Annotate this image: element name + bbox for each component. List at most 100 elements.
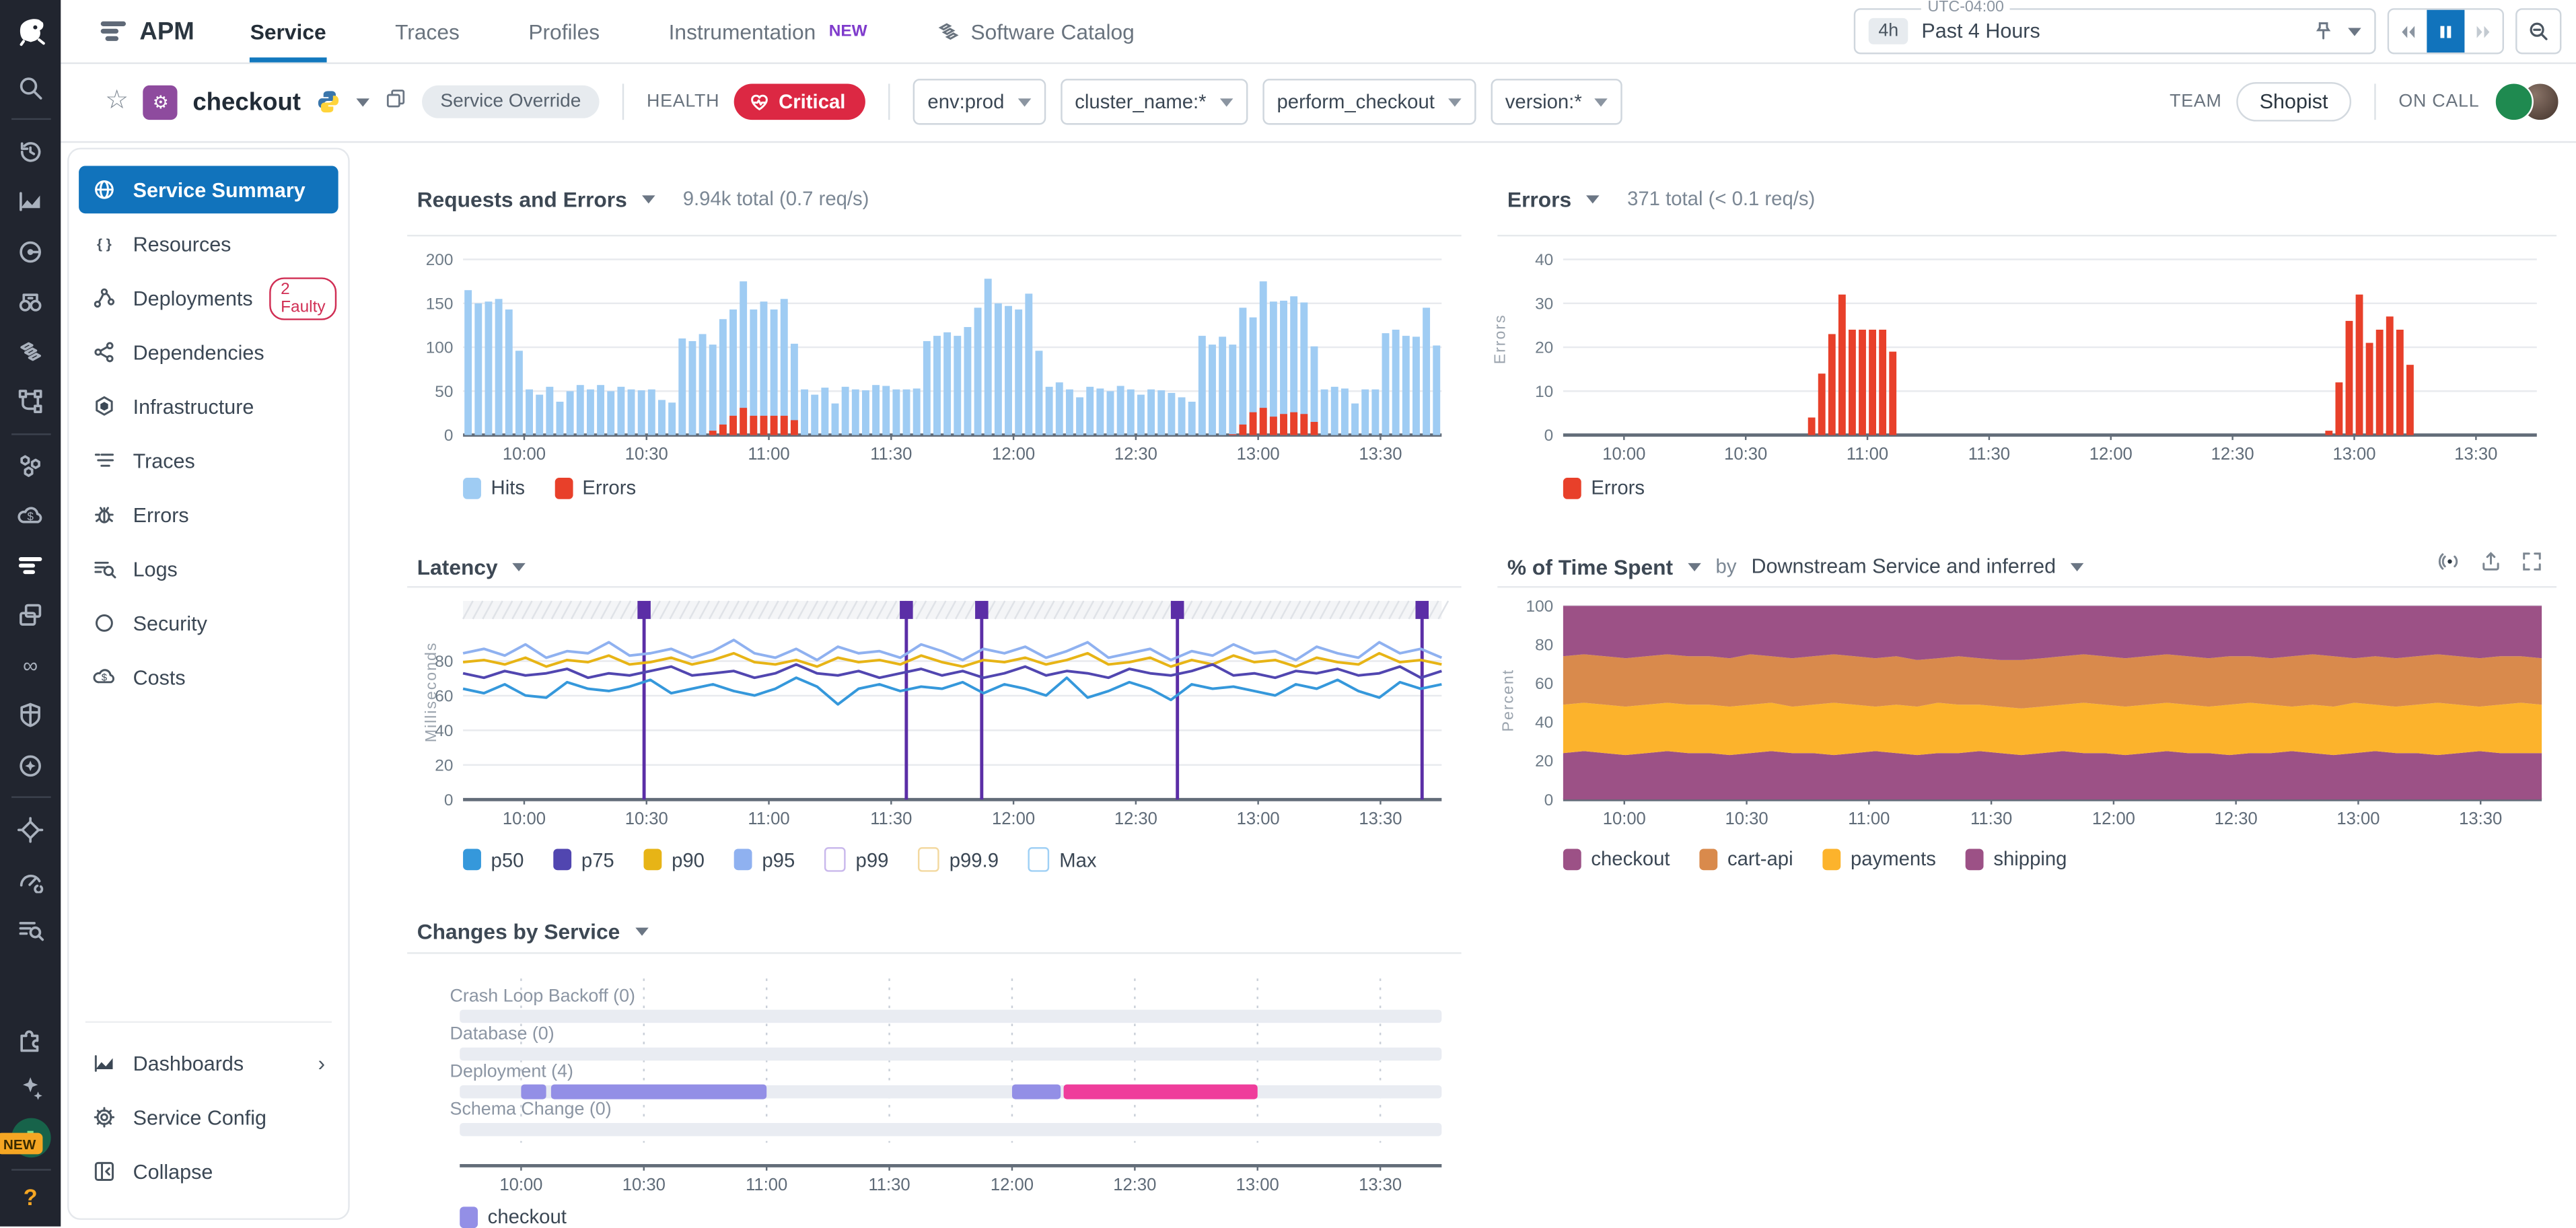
- tab-software-catalog[interactable]: Software Catalog: [936, 0, 1135, 63]
- rail-history-icon[interactable]: [11, 133, 50, 172]
- section-title[interactable]: Changes by Service: [417, 918, 620, 943]
- time-range-picker[interactable]: UTC-04:00 4h Past 4 Hours: [1853, 0, 2376, 55]
- pin-icon[interactable]: [2312, 20, 2335, 42]
- legend-color-chip: [1822, 848, 1841, 869]
- health-status-badge[interactable]: Critical: [734, 83, 865, 120]
- rail-watchdog-icon[interactable]: [11, 282, 50, 322]
- rail-search-icon[interactable]: [11, 67, 50, 107]
- team-pill[interactable]: Shopist: [2236, 82, 2351, 122]
- legend-item-errors[interactable]: Errors: [554, 476, 636, 499]
- tab-profiles[interactable]: Profiles: [528, 0, 600, 63]
- favorite-star-icon[interactable]: ☆: [105, 88, 129, 115]
- legend-item-p50[interactable]: p50: [463, 848, 524, 871]
- latency-chart[interactable]: 0 20 40 60 80 10:00 10:30 11:00 11:30 12:00 12:30 1…: [407, 588, 1461, 834]
- sidebar-item-resources[interactable]: { } Resources: [79, 220, 338, 268]
- rail-ci-icon[interactable]: ∞: [11, 646, 50, 686]
- changes-by-service-chart[interactable]: Crash Loop Backoff (0) Database (0) Deploy…: [407, 962, 1461, 1208]
- legend-item-checkout[interactable]: checkout: [1563, 847, 1670, 870]
- rail-performance-icon[interactable]: [11, 860, 50, 900]
- copy-icon[interactable]: [384, 86, 407, 117]
- filter-value: env:prod: [927, 90, 1005, 114]
- zoom-out-button[interactable]: [2515, 8, 2562, 55]
- rail-bits-ai-icon[interactable]: [11, 1069, 50, 1108]
- chevron-down-icon[interactable]: [2071, 562, 2084, 571]
- rail-log-search-icon[interactable]: [11, 910, 50, 949]
- group-by-value[interactable]: Downstream Service and inferred: [1751, 555, 2056, 578]
- rail-infrastructure-icon[interactable]: [11, 232, 50, 272]
- section-title[interactable]: Latency: [417, 554, 498, 579]
- section-title[interactable]: % of Time Spent: [1507, 554, 1673, 579]
- legend-item-p90[interactable]: p90: [643, 848, 705, 871]
- requests-errors-chart[interactable]: 0 50 100 150 200 10:00 10:30 11:00 11:30 12:00 12:…: [407, 236, 1461, 466]
- legend-item-shipping[interactable]: shipping: [1965, 847, 2067, 871]
- svg-text:30: 30: [1535, 295, 1553, 313]
- tab-service[interactable]: Service: [250, 0, 327, 63]
- rail-rum-icon[interactable]: [11, 596, 50, 636]
- avatar[interactable]: [2494, 82, 2534, 122]
- legend-item-p95[interactable]: p95: [734, 848, 795, 871]
- sidebar-item-service-config[interactable]: Service Config: [79, 1093, 338, 1141]
- filter-version[interactable]: version:*: [1490, 79, 1623, 125]
- nav-tabs: Service Traces Profiles Instrumentation NEW S…: [250, 0, 1135, 63]
- export-icon[interactable]: [2479, 550, 2502, 581]
- chevron-down-icon[interactable]: [2348, 27, 2361, 36]
- sidebar-item-collapse[interactable]: Collapse: [79, 1148, 338, 1196]
- svg-text:11:00: 11:00: [1847, 445, 1888, 464]
- svg-text:11:00: 11:00: [1848, 809, 1890, 828]
- sidebar-item-deployments[interactable]: Deployments 2 Faulty: [79, 274, 338, 322]
- chevron-down-icon[interactable]: [512, 562, 526, 571]
- chevron-down-icon[interactable]: [635, 927, 648, 935]
- sidebar-item-traces[interactable]: Traces: [79, 437, 338, 484]
- filter-env-prod[interactable]: env:prod: [913, 79, 1046, 125]
- sidebar-item-security[interactable]: Security: [79, 600, 338, 647]
- sidebar-item-logs[interactable]: Logs: [79, 545, 338, 593]
- rail-apm-icon[interactable]: [11, 546, 50, 585]
- pause-button[interactable]: [2427, 9, 2465, 53]
- filter-cluster-name[interactable]: cluster_name:*: [1060, 79, 1248, 125]
- chevron-down-icon[interactable]: [1688, 562, 1701, 571]
- legend-label: shipping: [1993, 847, 2067, 871]
- sidebar-item-costs[interactable]: $ Costs: [79, 653, 338, 701]
- fullscreen-icon[interactable]: [2520, 550, 2543, 581]
- tab-traces[interactable]: Traces: [395, 0, 460, 63]
- legend-item-payments[interactable]: payments: [1822, 847, 1936, 870]
- legend-item-max[interactable]: Max: [1028, 847, 1097, 872]
- oncall-avatars[interactable]: [2494, 82, 2560, 122]
- time-playback-controls: [2387, 8, 2504, 55]
- datadog-logo[interactable]: [0, 0, 61, 63]
- rail-service-management-icon[interactable]: [11, 746, 50, 785]
- errors-chart[interactable]: 0 10 20 30 40 10:00 10:30 11:00 11:30 12:00 12:30 1…: [1497, 236, 2556, 466]
- legend-item-p75[interactable]: p75: [553, 848, 614, 871]
- chevron-down-icon[interactable]: [1586, 194, 1600, 203]
- rail-error-tracking-icon[interactable]: [11, 810, 50, 850]
- rail-service-map-icon[interactable]: [11, 382, 50, 421]
- sidebar-item-infrastructure[interactable]: Infrastructure: [79, 383, 338, 431]
- rail-software-catalog-icon[interactable]: [11, 332, 50, 371]
- sidebar-item-service-summary[interactable]: Service Summary: [79, 166, 338, 214]
- time-spent-chart[interactable]: 0 20 40 60 80 100 10:00 10:30 11:00 11:30 12:00 12:…: [1497, 588, 2556, 834]
- legend-item-checkout[interactable]: checkout: [460, 1205, 567, 1228]
- help-icon[interactable]: ?: [24, 1184, 38, 1210]
- legend-item-p99-9[interactable]: p99.9: [918, 847, 999, 872]
- sidebar-item-dependencies[interactable]: Dependencies: [79, 328, 338, 376]
- time-backward-button[interactable]: [2389, 9, 2427, 53]
- sidebar-item-dashboards[interactable]: Dashboards ›: [79, 1040, 338, 1087]
- rail-integrations-icon[interactable]: [11, 1019, 50, 1058]
- legend-item-p99[interactable]: p99: [824, 847, 888, 872]
- chevron-down-icon[interactable]: [641, 194, 655, 203]
- section-title[interactable]: Errors: [1507, 186, 1571, 211]
- time-forward-button[interactable]: [2464, 9, 2503, 53]
- sidebar-item-errors[interactable]: Errors: [79, 491, 338, 539]
- tab-instrumentation[interactable]: Instrumentation NEW: [669, 0, 867, 63]
- rail-dashboards-icon[interactable]: [11, 182, 50, 222]
- rail-containers-icon[interactable]: [11, 446, 50, 486]
- legend-item-errors[interactable]: Errors: [1563, 476, 1645, 499]
- service-dropdown-caret[interactable]: [356, 98, 370, 106]
- filter-perform-checkout[interactable]: perform_checkout: [1262, 79, 1476, 125]
- rail-security-icon[interactable]: [11, 696, 50, 735]
- rail-cloud-cost-icon[interactable]: $: [11, 496, 50, 536]
- legend-item-cart-api[interactable]: cart-api: [1699, 847, 1793, 870]
- legend-item-hits[interactable]: Hits: [463, 476, 525, 499]
- section-title[interactable]: Requests and Errors: [417, 186, 627, 211]
- insights-icon[interactable]: [2438, 550, 2461, 581]
